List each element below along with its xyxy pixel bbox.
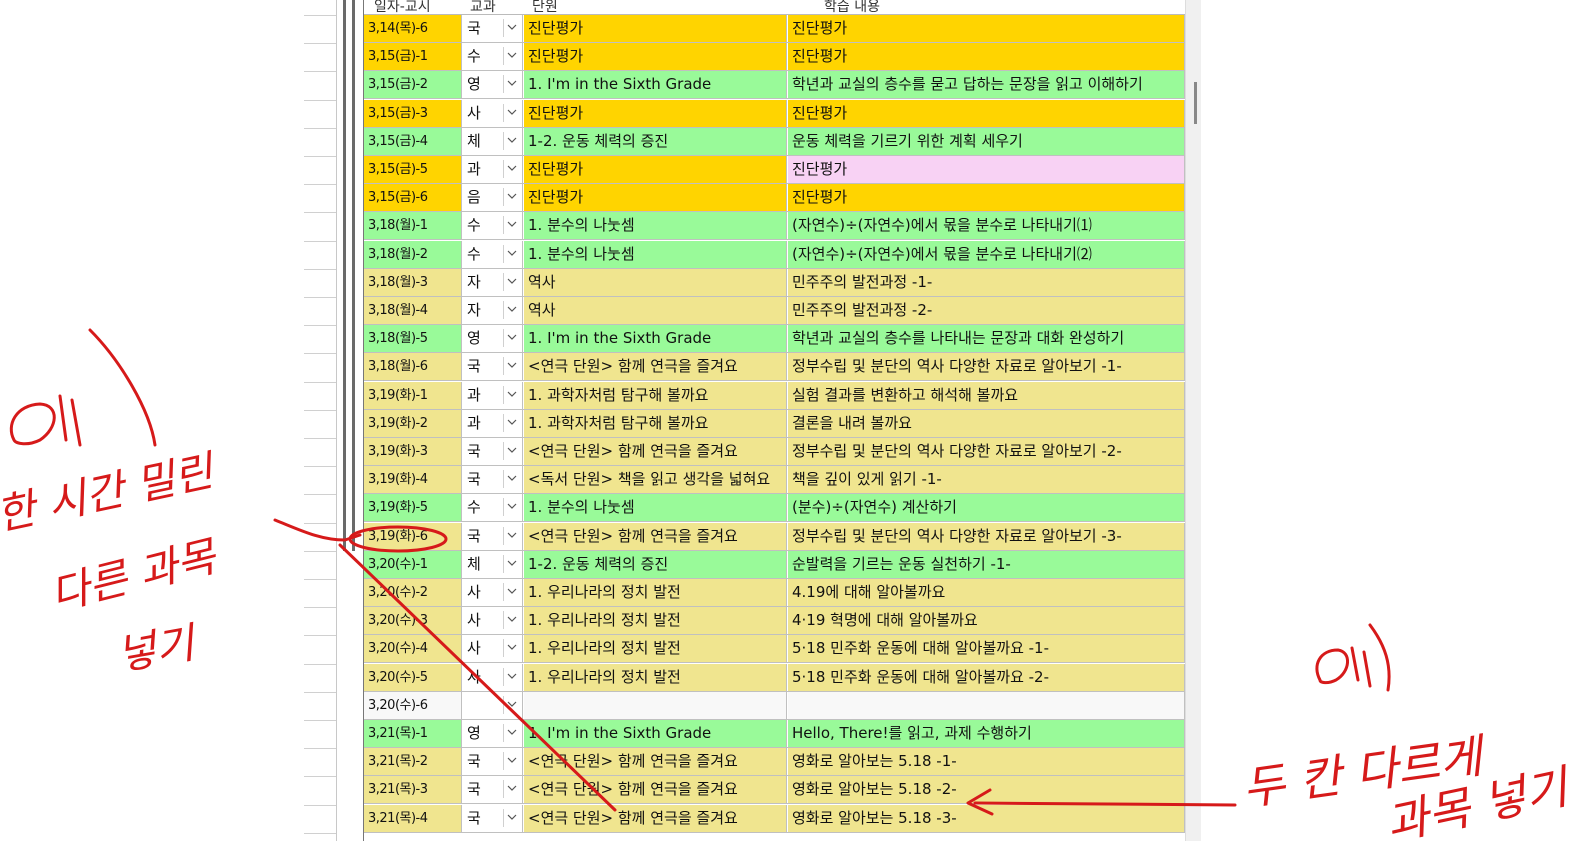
left-note-line2: 다른 과목 <box>46 531 223 620</box>
left-note-line1: 한 시간 밀린 <box>0 445 220 539</box>
left-note-line3: 넣기 <box>113 618 201 680</box>
handwritten-annotations: 한 시간 밀린 다른 과목 넣기 두 칸 다르게 과목 넣기 <box>0 328 1576 841</box>
